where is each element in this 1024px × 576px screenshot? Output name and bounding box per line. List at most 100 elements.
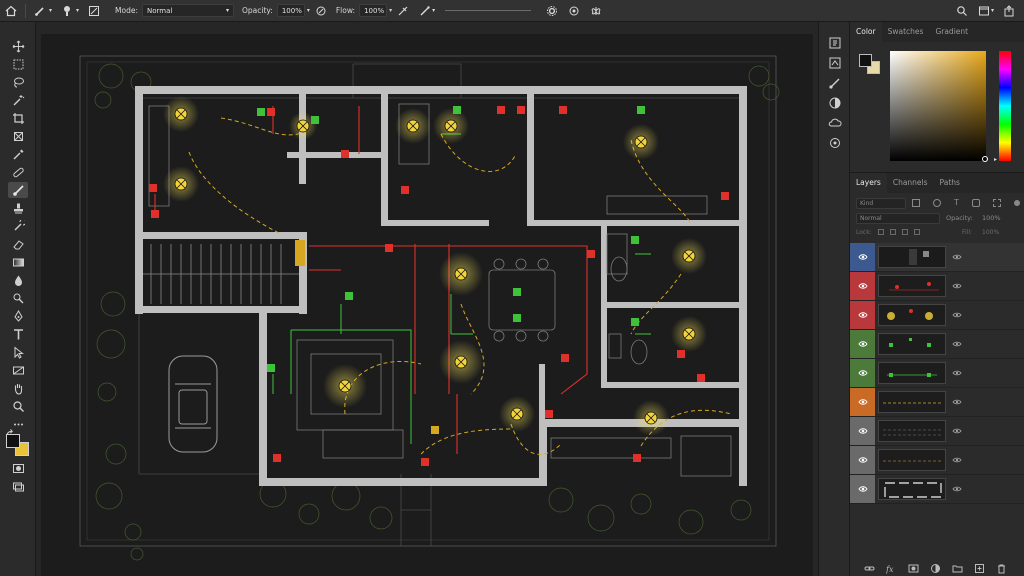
magic-wand-tool[interactable] xyxy=(8,92,28,108)
layer-thumbnail[interactable] xyxy=(878,333,946,355)
layer-link-icon[interactable] xyxy=(952,484,962,494)
libraries-panel-button[interactable] xyxy=(828,116,842,130)
hue-slider-handle[interactable]: ▸ xyxy=(994,156,997,163)
mode-select[interactable]: Normal ▾ xyxy=(142,4,234,17)
layer-thumbnail[interactable] xyxy=(878,246,946,268)
layer-thumbnail[interactable] xyxy=(878,391,946,413)
tab-channels[interactable]: Channels xyxy=(887,173,934,193)
layer-row[interactable] xyxy=(850,388,1024,417)
home-button[interactable] xyxy=(0,0,22,22)
fill-value[interactable]: 100% xyxy=(982,229,999,236)
tab-layers[interactable]: Layers xyxy=(850,173,887,193)
layer-thumbnail[interactable] xyxy=(878,478,946,500)
search-button[interactable] xyxy=(951,0,973,22)
screen-mode-button[interactable] xyxy=(8,478,28,494)
smoothing-button[interactable]: ▾ xyxy=(414,0,439,22)
pressure-size-button[interactable] xyxy=(563,0,585,22)
new-layer-button[interactable] xyxy=(974,563,985,574)
share-button[interactable] xyxy=(998,0,1020,22)
layer-link-icon[interactable] xyxy=(952,368,962,378)
layer-kind-filter[interactable]: Kind xyxy=(856,198,906,209)
gradient-tool[interactable] xyxy=(8,254,28,270)
layer-link-icon[interactable] xyxy=(952,281,962,291)
color-field[interactable] xyxy=(890,51,986,161)
hand-tool[interactable] xyxy=(8,380,28,396)
tab-paths[interactable]: Paths xyxy=(934,173,966,193)
flow-input[interactable]: 100% xyxy=(359,4,388,17)
layer-link-icon[interactable] xyxy=(952,455,962,465)
history-panel-button[interactable] xyxy=(828,36,842,50)
link-layers-button[interactable] xyxy=(864,563,875,574)
properties-panel-button[interactable] xyxy=(828,56,842,70)
lock-icons[interactable] xyxy=(878,229,938,237)
pressure-opacity-button[interactable] xyxy=(310,0,332,22)
layer-row[interactable] xyxy=(850,359,1024,388)
new-group-button[interactable] xyxy=(952,563,963,574)
opacity-input[interactable]: 100% xyxy=(276,4,305,17)
blur-tool[interactable] xyxy=(8,272,28,288)
smoothing-slider[interactable] xyxy=(445,10,532,11)
layer-link-icon[interactable] xyxy=(952,310,962,320)
layer-thumbnail[interactable] xyxy=(878,449,946,471)
healing-brush-tool[interactable] xyxy=(8,164,28,180)
brushes-panel-button[interactable] xyxy=(828,76,842,90)
adjustments-panel-button[interactable] xyxy=(828,96,842,110)
rectangle-tool[interactable] xyxy=(8,362,28,378)
paths-panel-button[interactable] xyxy=(828,136,842,150)
type-tool[interactable] xyxy=(8,326,28,342)
layer-row[interactable] xyxy=(850,243,1024,272)
brush-tool[interactable] xyxy=(8,182,28,198)
delete-layer-button[interactable] xyxy=(996,563,1007,574)
move-tool[interactable] xyxy=(8,38,28,54)
clone-stamp-tool[interactable] xyxy=(8,200,28,216)
pen-tool[interactable] xyxy=(8,308,28,324)
visibility-eye-cell[interactable] xyxy=(850,446,875,474)
hue-slider[interactable] xyxy=(999,51,1011,161)
quick-mask-button[interactable] xyxy=(8,460,28,476)
workspace-button[interactable]: ▾ xyxy=(973,0,998,22)
document-canvas[interactable] xyxy=(41,34,813,576)
layer-link-icon[interactable] xyxy=(952,426,962,436)
lasso-tool[interactable] xyxy=(8,74,28,90)
eyedropper-tool[interactable] xyxy=(8,146,28,162)
panel-fg-swatch[interactable] xyxy=(859,54,872,67)
eraser-tool[interactable] xyxy=(8,236,28,252)
tab-swatches[interactable]: Swatches xyxy=(882,22,930,42)
visibility-eye-cell[interactable] xyxy=(850,243,875,271)
blend-mode-select[interactable]: Normal xyxy=(856,213,940,224)
new-adjustment-layer-button[interactable] xyxy=(930,563,941,574)
layer-row[interactable] xyxy=(850,446,1024,475)
crop-tool[interactable] xyxy=(8,110,28,126)
layer-thumbnail[interactable] xyxy=(878,304,946,326)
visibility-eye-cell[interactable] xyxy=(850,388,875,416)
layer-row[interactable] xyxy=(850,330,1024,359)
visibility-eye-cell[interactable] xyxy=(850,475,875,503)
canvas-area[interactable] xyxy=(36,22,818,576)
zoom-tool[interactable] xyxy=(8,398,28,414)
foreground-color-swatch[interactable] xyxy=(6,434,20,448)
layer-style-button[interactable]: fx xyxy=(885,563,897,574)
tool-preset-picker[interactable]: ▾ xyxy=(29,0,56,22)
layer-link-icon[interactable] xyxy=(952,339,962,349)
layer-row[interactable] xyxy=(850,272,1024,301)
add-mask-button[interactable] xyxy=(908,563,919,574)
dodge-tool[interactable] xyxy=(8,290,28,306)
layer-thumbnail[interactable] xyxy=(878,420,946,442)
brush-preset-picker[interactable]: ▾ xyxy=(56,0,83,22)
layer-link-icon[interactable] xyxy=(952,397,962,407)
path-selection-tool[interactable] xyxy=(8,344,28,360)
tab-gradient[interactable]: Gradient xyxy=(929,22,974,42)
layer-row[interactable] xyxy=(850,475,1024,504)
layer-row[interactable] xyxy=(850,417,1024,446)
brush-options-button[interactable] xyxy=(541,0,563,22)
visibility-eye-cell[interactable] xyxy=(850,301,875,329)
color-field-picker[interactable] xyxy=(982,156,988,162)
layer-thumbnail[interactable] xyxy=(878,275,946,297)
frame-tool[interactable] xyxy=(8,128,28,144)
visibility-eye-cell[interactable] xyxy=(850,359,875,387)
layer-link-icon[interactable] xyxy=(952,252,962,262)
symmetry-button[interactable] xyxy=(585,0,607,22)
tab-color[interactable]: Color xyxy=(850,22,882,42)
brush-settings-button[interactable] xyxy=(83,0,105,22)
visibility-eye-cell[interactable] xyxy=(850,272,875,300)
